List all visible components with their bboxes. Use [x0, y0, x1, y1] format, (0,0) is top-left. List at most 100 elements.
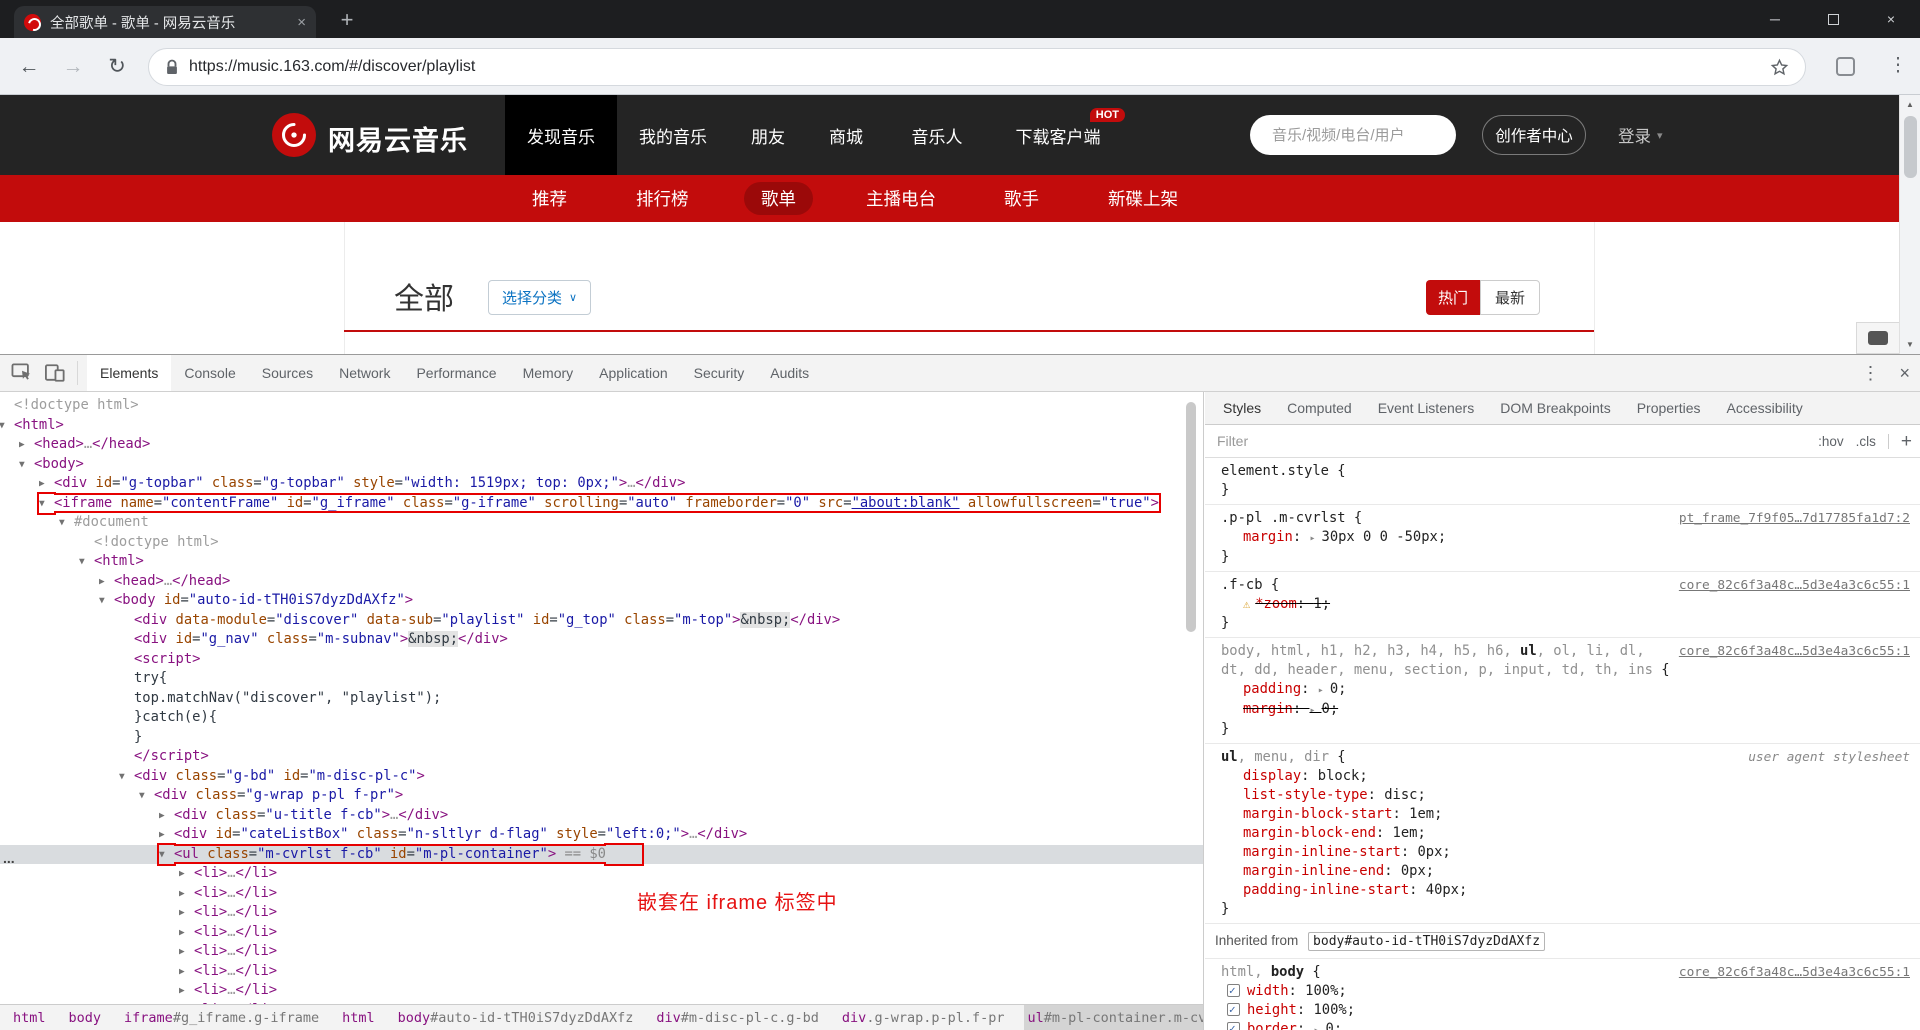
css-declaration[interactable]: ⚠ *zoom: 1;	[1221, 595, 1910, 614]
sort-hot-button[interactable]: 热门	[1426, 280, 1480, 315]
css-declaration[interactable]: margin-inline-end: 0px;	[1221, 862, 1910, 881]
tree-node[interactable]: ▶ <head>…</head>	[0, 435, 1203, 455]
feedback-widget[interactable]	[1856, 322, 1900, 354]
tree-node[interactable]: ▶ <div class="u-title f-cb">…</div>	[0, 806, 1203, 826]
rule-selector[interactable]: element.style {	[1221, 462, 1910, 481]
address-bar[interactable]: https://music.163.com/#/discover/playlis…	[148, 48, 1806, 86]
subnav-item[interactable]: 推荐	[532, 175, 567, 222]
tree-node[interactable]: ▶<li>…</li>	[0, 981, 1203, 1001]
declaration-checkbox[interactable]	[1227, 981, 1240, 1000]
tree-node[interactable]: ▶ <div id="g-topbar" class="g-topbar" sty…	[0, 474, 1203, 494]
browser-tab[interactable]: 全部歌单 - 歌单 - 网易云音乐 ×	[14, 6, 316, 38]
maximize-button[interactable]	[1804, 0, 1862, 38]
device-toolbar-icon[interactable]	[44, 363, 66, 383]
stylesheet-link[interactable]: core_82c6f3a48c…5d3e4a3c6c55:1	[1679, 642, 1910, 661]
sort-new-button[interactable]: 最新	[1480, 280, 1540, 315]
expand-arrow-icon[interactable]: ▶	[159, 825, 174, 845]
site-search[interactable]	[1250, 115, 1471, 155]
browser-menu-icon[interactable]: ⋮	[1888, 54, 1908, 77]
site-nav-item[interactable]: 我的音乐	[617, 95, 729, 175]
css-declaration[interactable]: margin-inline-start: 0px;	[1221, 843, 1910, 862]
scrollbar-thumb[interactable]	[1903, 116, 1917, 178]
new-style-rule-button[interactable]: +	[1901, 431, 1912, 453]
toggle-class-button[interactable]: .cls	[1856, 434, 1876, 449]
stylesheet-link[interactable]: pt_frame_7f9f05…7d17785fa1d7:2	[1679, 509, 1910, 528]
declaration-checkbox[interactable]	[1227, 1019, 1240, 1030]
sidebar-tab[interactable]: Properties	[1637, 400, 1701, 416]
extension-icon[interactable]	[1836, 57, 1855, 76]
creator-center-button[interactable]: 创作者中心	[1482, 115, 1586, 155]
devtools-tab-network[interactable]: Network	[326, 355, 403, 391]
back-button[interactable]: ←	[14, 52, 44, 82]
login-button[interactable]: 登录 ▾	[1618, 95, 1663, 175]
breadcrumb-item[interactable]: html	[10, 1005, 49, 1030]
css-declaration[interactable]: display: block;	[1221, 767, 1910, 786]
stylesheet-link[interactable]: core_82c6f3a48c…5d3e4a3c6c55:1	[1679, 963, 1910, 982]
expand-arrow-icon[interactable]: ▶	[99, 572, 114, 592]
tree-node[interactable]: ▼ <html>	[0, 552, 1203, 572]
reload-button[interactable]: ↻	[102, 52, 132, 82]
devtools-tab-sources[interactable]: Sources	[249, 355, 326, 391]
expand-arrow-icon[interactable]: ▶	[179, 923, 194, 943]
breadcrumb-item[interactable]: div #m-disc-pl-c.g-bd	[653, 1005, 822, 1030]
tree-node[interactable]: ▶ <div id="cateListBox" class="n-sltlyr d…	[0, 825, 1203, 845]
inherited-node-link[interactable]: body#auto-id-tTH0iS7dyzDdAXfz	[1308, 932, 1546, 951]
tree-node[interactable]: <script>	[0, 650, 1203, 670]
expand-arrow-icon[interactable]: ▶	[39, 474, 54, 494]
expand-arrow-icon[interactable]: ▼	[139, 786, 154, 806]
css-declaration[interactable]: padding-inline-start: 40px;	[1221, 881, 1910, 900]
expand-arrow-icon[interactable]: ▶	[179, 981, 194, 1001]
forward-button[interactable]: →	[58, 52, 88, 82]
tree-node[interactable]: <div id="g_nav" class="m-subnav">&nbsp;<…	[0, 630, 1203, 650]
category-select-button[interactable]: 选择分类 ∨	[488, 280, 592, 315]
subnav-item[interactable]: 主播电台	[866, 175, 936, 222]
tree-node[interactable]: </script>	[0, 747, 1203, 767]
tree-node[interactable]: ▶<li>…</li>	[0, 903, 1203, 923]
css-declaration[interactable]: margin: ▸ 30px 0 0 -50px;	[1221, 528, 1910, 548]
expand-arrow-icon[interactable]: ▶	[179, 903, 194, 923]
shorthand-arrow-icon[interactable]: ▸	[1318, 685, 1330, 696]
site-nav-item[interactable]: 商城	[807, 95, 885, 175]
expand-arrow-icon[interactable]: ▶	[179, 962, 194, 982]
site-nav-item[interactable]: 朋友	[729, 95, 807, 175]
scroll-up-icon[interactable]: ▲	[1906, 95, 1914, 114]
scroll-down-icon[interactable]: ▼	[1906, 335, 1914, 354]
site-nav-item[interactable]: 音乐人	[885, 95, 989, 175]
css-declaration[interactable]: margin: ▸ 0;	[1221, 700, 1910, 720]
subnav-item[interactable]: 新碟上架	[1108, 175, 1178, 222]
devtools-tab-application[interactable]: Application	[586, 355, 681, 391]
page-scrollbar[interactable]: ▲ ▼	[1899, 95, 1920, 354]
devtools-tab-console[interactable]: Console	[171, 355, 248, 391]
site-nav-item[interactable]: 发现音乐	[505, 95, 617, 175]
tree-node[interactable]: <!doctype html>	[0, 533, 1203, 553]
subnav-item[interactable]: 歌手	[1004, 175, 1039, 222]
css-declaration[interactable]: margin-block-end: 1em;	[1221, 824, 1910, 843]
sidebar-tab[interactable]: Accessibility	[1727, 400, 1803, 416]
expand-arrow-icon[interactable]: ▼	[119, 767, 134, 787]
sidebar-tab[interactable]: Styles	[1223, 400, 1261, 416]
expand-arrow-icon[interactable]: ▼	[99, 591, 114, 611]
shorthand-arrow-icon[interactable]: ▸	[1313, 1025, 1325, 1030]
expand-arrow-icon[interactable]: ▼	[0, 416, 14, 436]
tree-node[interactable]: top.matchNav("discover", "playlist");	[0, 689, 1203, 709]
breadcrumb-item[interactable]: html	[339, 1005, 378, 1030]
breadcrumb-item[interactable]: body	[66, 1005, 105, 1030]
window-close-button[interactable]: ×	[1862, 0, 1920, 38]
tree-node[interactable]: ▶<li>…</li>	[0, 884, 1203, 904]
expand-arrow-icon[interactable]: ▶	[179, 884, 194, 904]
sidebar-tab[interactable]: DOM Breakpoints	[1500, 400, 1610, 416]
minimize-button[interactable]: ─	[1746, 0, 1804, 38]
bookmark-star-icon[interactable]	[1770, 58, 1789, 77]
styles-filter-input[interactable]	[1217, 433, 1517, 449]
tree-node[interactable]: try{	[0, 669, 1203, 689]
tree-node[interactable]: ▼ <body>	[0, 455, 1203, 475]
expand-arrow-icon[interactable]: ▼	[79, 552, 94, 572]
tree-node[interactable]: ▼ <div class="g-bd" id="m-disc-pl-c">	[0, 767, 1203, 787]
new-tab-button[interactable]: +	[332, 7, 362, 35]
tree-node[interactable]: ▼ <ul class="m-cvrlst f-cb" id="m-pl-cont…	[0, 843, 1203, 864]
subnav-item[interactable]: 歌单	[744, 175, 813, 222]
breadcrumb-item[interactable]: body #auto-id-tTH0iS7dyzDdAXfz	[395, 1005, 637, 1030]
tree-node[interactable]: ▼ <body id="auto-id-tTH0iS7dyzDdAXfz">	[0, 591, 1203, 611]
expand-arrow-icon[interactable]: ▼	[39, 494, 54, 514]
tree-node[interactable]: <div data-module="discover" data-sub="pl…	[0, 611, 1203, 631]
